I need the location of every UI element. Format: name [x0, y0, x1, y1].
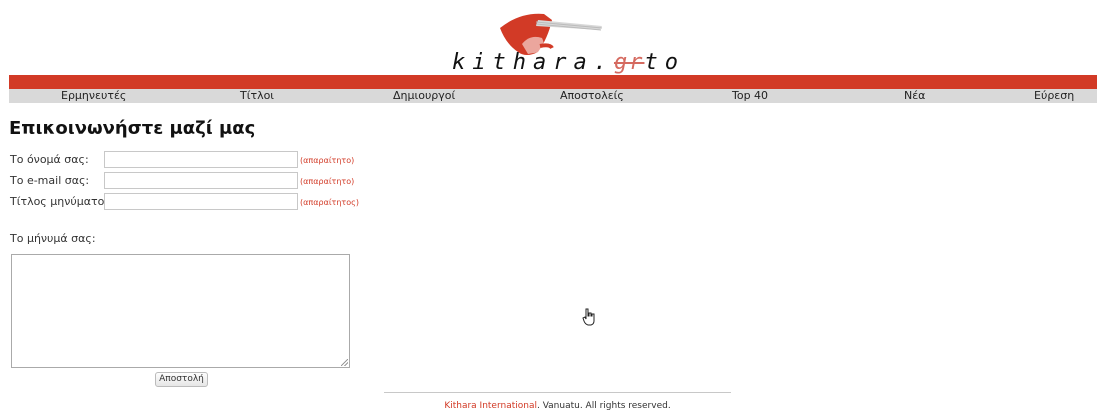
footer-divider — [384, 392, 731, 393]
nav-item-artists[interactable]: Ερμηνευτές — [61, 89, 126, 103]
send-button[interactable]: Αποστολή — [155, 372, 208, 387]
name-required-note: (απαραίτητο) — [300, 156, 355, 165]
message-textarea[interactable] — [11, 254, 350, 368]
resize-grip-icon[interactable] — [341, 359, 348, 366]
nav-item-titles[interactable]: Τίτλοι — [240, 89, 274, 103]
logo-wordmark: kithara.grto — [452, 50, 685, 75]
email-label: Το e-mail σας: — [10, 174, 90, 187]
contact-page: kithara.grto Ερμηνευτές Τίτλοι Δημιουργο… — [0, 0, 1097, 410]
footer-copyright: Kithara International. Vanuatu. All righ… — [384, 401, 731, 410]
subject-required-note: (απαραίτητος) — [300, 198, 359, 207]
main-nav: Ερμηνευτές Τίτλοι Δημιουργοί Αποστολείς … — [9, 89, 1097, 103]
subject-label: Τίτλος μηνύματος: — [10, 195, 115, 208]
nav-item-creators[interactable]: Δημιουργοί — [393, 89, 455, 103]
message-label: Το μήνυμά σας: — [10, 232, 96, 245]
name-label: Το όνομά σας: — [10, 153, 89, 166]
header-red-band — [9, 75, 1097, 89]
footer-company-link[interactable]: Kithara International — [444, 401, 537, 410]
name-input[interactable] — [104, 151, 298, 168]
hand-pointer-cursor-icon — [582, 308, 595, 326]
nav-item-news[interactable]: Νέα — [904, 89, 925, 103]
nav-item-search[interactable]: Εύρεση — [1034, 89, 1074, 103]
footer-rest-text: . Vanuatu. All rights reserved. — [536, 401, 671, 410]
email-required-note: (απαραίτητο) — [300, 177, 355, 186]
nav-item-top40[interactable]: Top 40 — [732, 89, 768, 103]
nav-item-senders[interactable]: Αποστολείς — [560, 89, 624, 103]
subject-input[interactable] — [104, 193, 298, 210]
page-title: Επικοινωνήστε μαζί μας — [9, 118, 256, 139]
logo-struck-tld: gr — [613, 50, 645, 75]
email-input[interactable] — [104, 172, 298, 189]
site-logo[interactable]: kithara.grto — [440, 8, 690, 76]
